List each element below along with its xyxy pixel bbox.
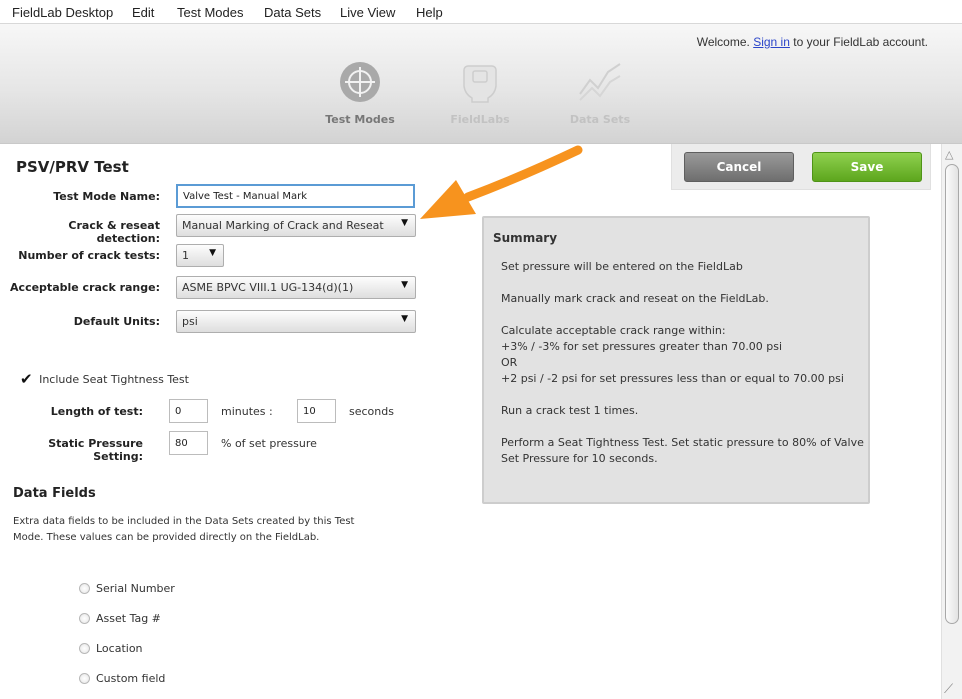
serial-number-radio[interactable] [79,583,90,594]
welcome-message: Welcome. Sign in to your FieldLab accoun… [696,35,928,49]
summary-line: Calculate acceptable crack range within: [501,324,726,337]
length-of-test-label: Length of test: [50,405,143,418]
summary-line: Manually mark crack and reseat on the Fi… [501,292,769,305]
scroll-thumb[interactable] [945,164,959,624]
vertical-scrollbar[interactable]: △ ⟋ [941,144,962,699]
custom-field-radio[interactable] [79,673,90,684]
menu-test-modes[interactable]: Test Modes [177,5,243,20]
resize-grip-icon[interactable]: ⟋ [944,682,953,697]
default-units-select[interactable]: psi ▼ [176,310,416,333]
cancel-button[interactable]: Cancel [684,152,794,182]
menu-fieldlab-desktop[interactable]: FieldLab Desktop [12,5,113,20]
minutes-input[interactable] [169,399,208,423]
summary-line: Set Pressure for 10 seconds. [501,452,658,465]
menu-data-sets[interactable]: Data Sets [264,5,321,20]
nav-fieldlabs-label: FieldLabs [450,113,510,126]
data-fields-title: Data Fields [13,486,96,501]
summary-line: Perform a Seat Tightness Test. Set stati… [501,436,864,449]
scroll-up-icon[interactable]: △ [945,148,953,161]
dropdown-arrow-icon: ▼ [401,314,408,324]
page-title: PSV/PRV Test [16,158,129,176]
num-crack-tests-select[interactable]: 1 ▼ [176,244,224,267]
static-pressure-label: Static Pressure Setting: [48,437,143,463]
action-bar: Cancel Save [671,144,931,190]
chart-line-icon [579,63,621,101]
test-mode-name-label: Test Mode Name: [53,190,160,203]
nav-data-sets-label: Data Sets [569,113,631,126]
summary-line: Set pressure will be entered on the Fiel… [501,260,743,273]
dropdown-arrow-icon: ▼ [401,280,408,290]
default-units-label: Default Units: [73,315,160,328]
summary-title: Summary [493,231,558,245]
data-fields-description: Extra data fields to be included in the … [13,516,355,543]
dropdown-arrow-icon: ▼ [209,248,216,258]
include-seat-tightness-checkbox[interactable]: ✔ Include Seat Tightness Test [20,370,189,388]
minutes-label: minutes : [221,405,273,418]
app-header: Welcome. Sign in to your FieldLab accoun… [0,24,962,144]
menu-help[interactable]: Help [416,5,443,20]
nav-fieldlabs[interactable]: FieldLabs [425,60,535,126]
sign-in-link[interactable]: Sign in [753,35,790,49]
asset-tag-radio[interactable] [79,613,90,624]
crack-range-select[interactable]: ASME BPVC VIII.1 UG-134(d)(1) ▼ [176,276,416,299]
checkmark-icon: ✔ [20,370,33,388]
nav-test-modes[interactable]: Test Modes [305,60,415,126]
seconds-label: seconds [349,405,394,418]
test-mode-name-input[interactable] [176,184,415,208]
summary-line: Run a crack test 1 times. [501,404,639,417]
crack-range-label: Acceptable crack range: [10,281,160,294]
serial-number-label: Serial Number [96,582,175,595]
custom-field-label: Custom field [96,672,166,685]
summary-panel: Summary Set pressure will be entered on … [482,216,870,504]
menu-edit[interactable]: Edit [132,5,154,20]
crack-detection-select[interactable]: Manual Marking of Crack and Reseat ▼ [176,214,416,237]
seconds-input[interactable] [297,399,336,423]
save-button[interactable]: Save [812,152,922,182]
location-radio[interactable] [79,643,90,654]
location-label: Location [96,642,143,655]
num-crack-tests-label: Number of crack tests: [18,249,160,262]
nav-test-modes-label: Test Modes [325,113,395,126]
summary-line: OR [501,356,518,369]
static-pressure-unit: % of set pressure [221,437,317,450]
asset-tag-label: Asset Tag # [96,612,161,625]
nav-data-sets[interactable]: Data Sets [545,60,655,126]
summary-line: +3% / -3% for set pressures greater than… [501,340,783,353]
crosshair-icon [340,62,380,102]
summary-line: +2 psi / -2 psi for set pressures less t… [501,372,844,385]
fieldlab-device-icon [463,65,497,103]
static-pressure-input[interactable] [169,431,208,455]
dropdown-arrow-icon: ▼ [401,218,408,228]
menu-live-view[interactable]: Live View [340,5,395,20]
crack-detection-label: Crack & reseat detection: [68,219,160,245]
menu-bar: FieldLab Desktop Edit Test Modes Data Se… [0,0,962,24]
